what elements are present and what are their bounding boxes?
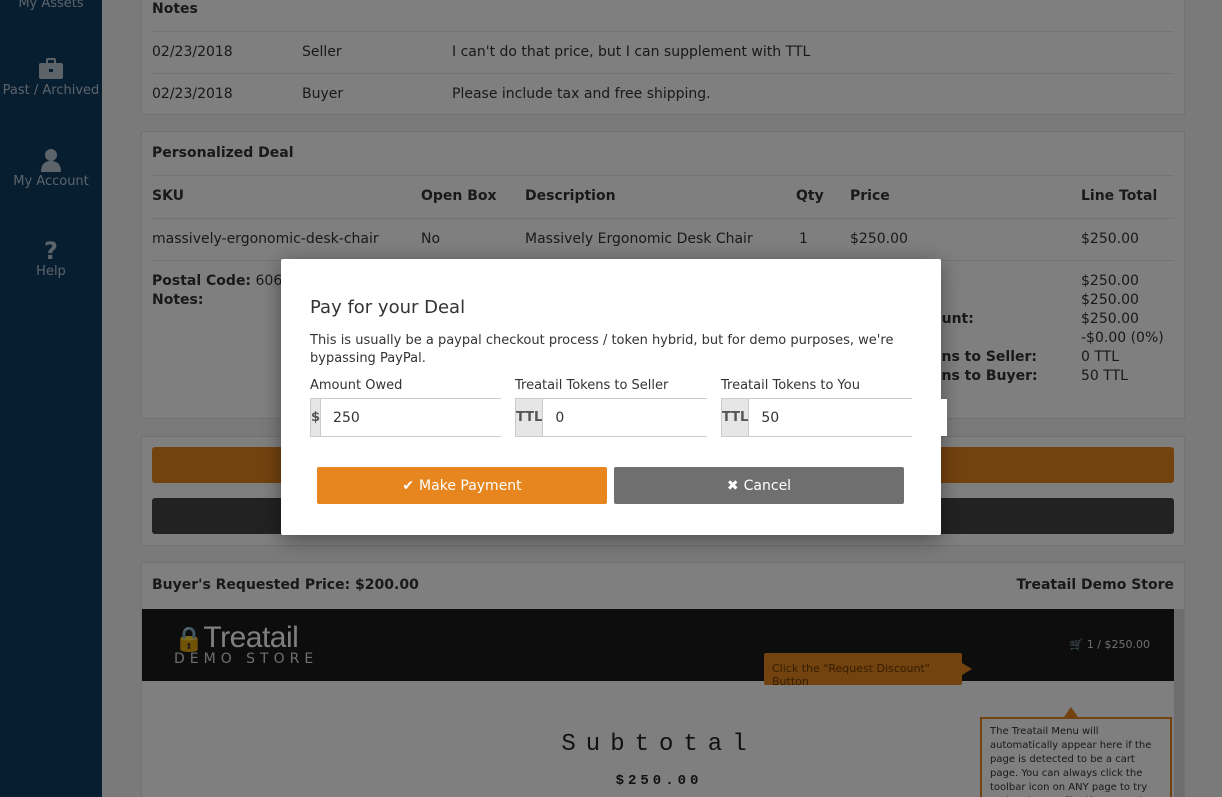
amount-owed-label: Amount Owed	[310, 378, 403, 393]
tokens-to-seller-group: TTL	[515, 398, 742, 437]
ttl-addon: TTL	[516, 399, 544, 436]
modal-title: Pay for your Deal	[310, 297, 466, 318]
tokens-to-seller-input[interactable]	[543, 399, 742, 436]
ttl-addon: TTL	[722, 399, 750, 436]
make-payment-button[interactable]: ✔ Make Payment	[317, 467, 607, 504]
close-icon: ✖	[726, 477, 739, 494]
payment-modal: Pay for your Deal This is usually be a p…	[281, 259, 948, 535]
dollar-addon: $	[311, 399, 322, 436]
check-icon: ✔	[402, 477, 415, 494]
tokens-to-you-group: TTL	[721, 398, 948, 437]
tokens-to-you-label: Treatail Tokens to You	[721, 378, 860, 393]
cancel-label: Cancel	[743, 477, 792, 494]
tokens-to-you-input[interactable]	[749, 399, 948, 436]
amount-owed-group: $	[310, 398, 520, 437]
cancel-button[interactable]: ✖ Cancel	[614, 467, 904, 504]
amount-owed-input[interactable]	[321, 399, 520, 436]
modal-description: This is usually be a paypal checkout pro…	[310, 333, 894, 366]
tokens-to-seller-label: Treatail Tokens to Seller	[515, 378, 669, 393]
make-payment-label: Make Payment	[419, 477, 522, 494]
